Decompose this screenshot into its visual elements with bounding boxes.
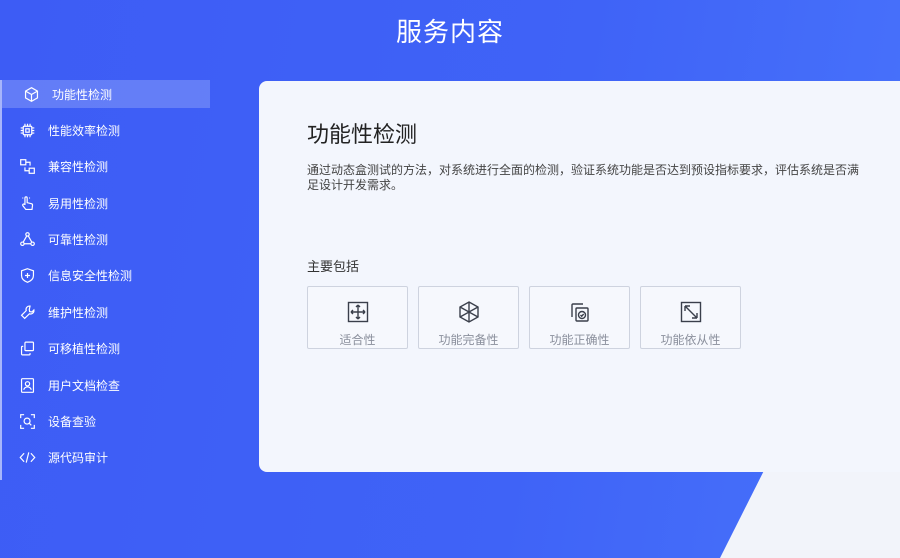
sidebar-item-user-docs[interactable]: 用户文档检查 xyxy=(2,371,210,399)
sidebar-item-label: 源代码审计 xyxy=(48,451,109,466)
scan-search-icon xyxy=(18,413,36,431)
expand-arrows-icon xyxy=(346,300,370,324)
copy-icon xyxy=(18,340,36,358)
sidebar-item-label: 用户文档检查 xyxy=(48,378,121,393)
shield-plus-icon xyxy=(18,267,36,285)
feature-compliance[interactable]: 功能依从性 xyxy=(640,286,741,349)
wrench-icon xyxy=(18,303,36,321)
sidebar-item-label: 可移植性检测 xyxy=(48,342,121,357)
sidebar-item-code-audit[interactable]: 源代码审计 xyxy=(2,444,210,472)
sidebar-item-label: 可靠性检测 xyxy=(48,233,109,248)
user-document-icon xyxy=(18,376,36,394)
connect-icon xyxy=(18,158,36,176)
sidebar-item-label: 兼容性检测 xyxy=(48,160,109,175)
feature-label: 适合性 xyxy=(339,333,376,347)
pointer-hand-icon xyxy=(18,194,36,212)
feature-label: 功能依从性 xyxy=(660,333,721,347)
sidebar-item-label: 信息安全性检测 xyxy=(48,269,133,284)
feature-label: 功能完备性 xyxy=(438,333,499,347)
page-title: 服务内容 xyxy=(395,18,504,48)
sidebar-item-usability[interactable]: 易用性检测 xyxy=(2,189,210,217)
cube-icon xyxy=(22,85,40,103)
network-triangle-icon xyxy=(18,231,36,249)
feature-list: 适合性 功能完备性 功能正确性 功能依从性 xyxy=(307,286,741,349)
chip-icon xyxy=(18,121,36,139)
sidebar-item-label: 易用性检测 xyxy=(48,196,109,211)
sidebar-item-label: 设备查验 xyxy=(48,415,97,430)
sidebar-item-functional[interactable]: 功能性检测 xyxy=(2,80,210,108)
sidebar: 功能性检测 性能效率检测 兼容性检测 易用性检测 可靠性检测 信息安全性检测 维… xyxy=(0,80,210,481)
code-icon xyxy=(18,449,36,467)
sidebar-item-performance[interactable]: 性能效率检测 xyxy=(2,116,210,144)
feature-completeness[interactable]: 功能完备性 xyxy=(418,286,519,349)
sidebar-item-maintainability[interactable]: 维护性检测 xyxy=(2,298,210,326)
sidebar-item-device-inspection[interactable]: 设备查验 xyxy=(2,408,210,436)
sidebar-item-security[interactable]: 信息安全性检测 xyxy=(2,262,210,290)
content-title: 功能性检测 xyxy=(307,123,418,148)
sidebar-item-label: 维护性检测 xyxy=(48,305,109,320)
feature-correctness[interactable]: 功能正确性 xyxy=(529,286,630,349)
sidebar-item-portability[interactable]: 可移植性检测 xyxy=(2,335,210,363)
sidebar-item-compatibility[interactable]: 兼容性检测 xyxy=(2,153,210,181)
hexagon-network-icon xyxy=(457,300,481,324)
feature-suitability[interactable]: 适合性 xyxy=(307,286,408,349)
sidebar-item-reliability[interactable]: 可靠性检测 xyxy=(2,226,210,254)
resize-diagonal-icon xyxy=(679,300,703,324)
content-card: 功能性检测 通过动态盒测试的方法，对系统进行全面的检测，验证系统功能是否达到预设… xyxy=(259,81,900,472)
includes-heading: 主要包括 xyxy=(307,260,360,275)
sidebar-item-label: 功能性检测 xyxy=(52,87,113,102)
content-description: 通过动态盒测试的方法，对系统进行全面的检测，验证系统功能是否达到预设指标要求，评… xyxy=(307,163,860,192)
copy-check-icon xyxy=(568,300,592,324)
feature-label: 功能正确性 xyxy=(549,333,610,347)
sidebar-item-label: 性能效率检测 xyxy=(48,123,121,138)
